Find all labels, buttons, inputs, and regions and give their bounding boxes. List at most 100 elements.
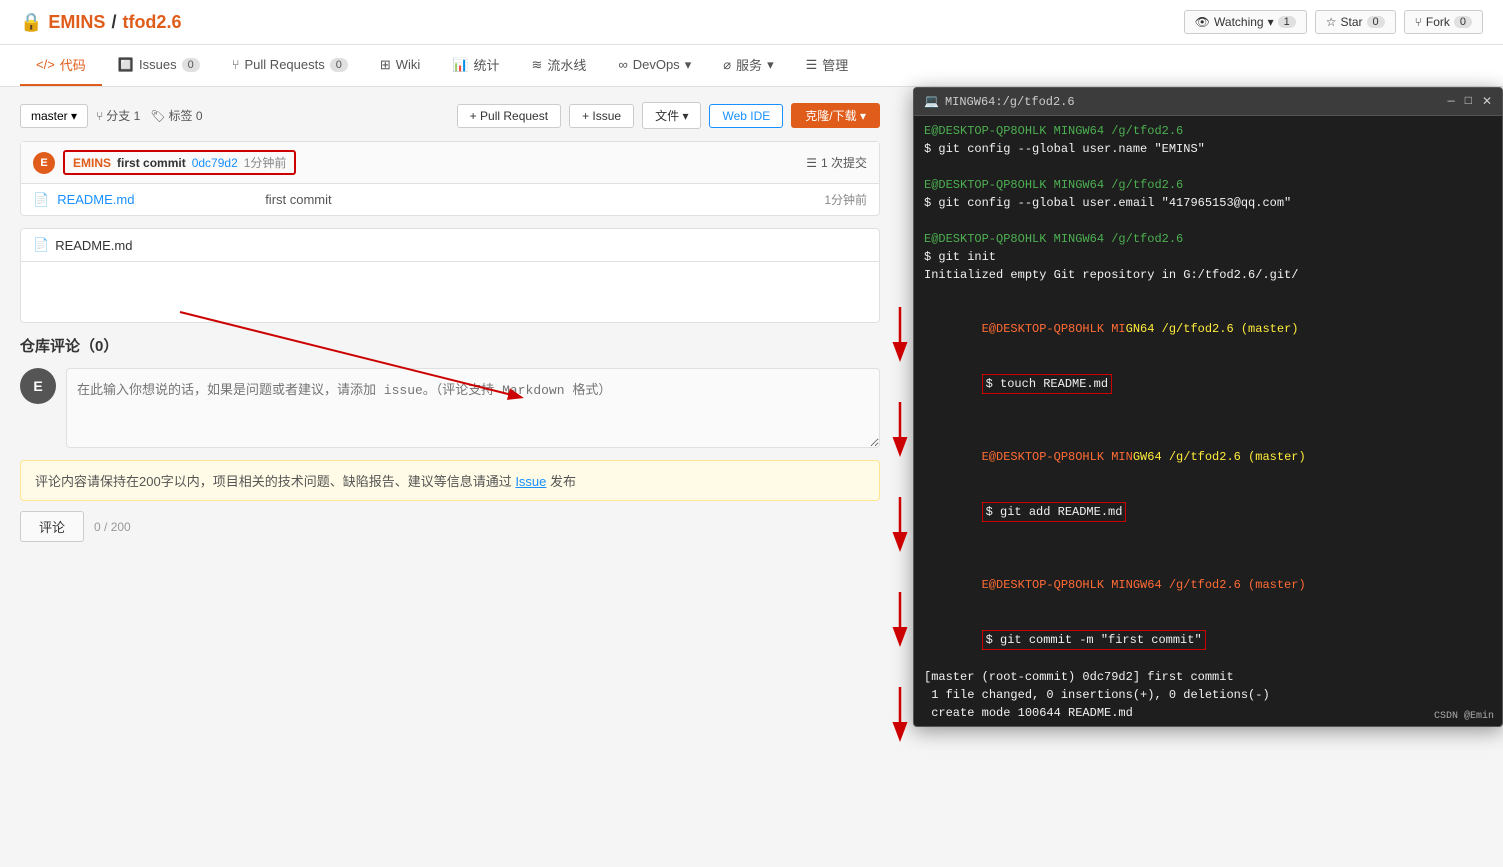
- term-line: E@DESKTOP-QP8OHLK MIGN64 /g/tfod2.6 (mas…: [924, 302, 1492, 356]
- titlebar-controls: — □ ✕: [1448, 94, 1492, 109]
- repo-name[interactable]: tfod2.6: [122, 12, 181, 33]
- comment-submit-button[interactable]: 评论: [20, 511, 84, 542]
- tag-icon: 🏷: [150, 109, 165, 123]
- term-line: Initialized empty Git repository in G:/t…: [924, 266, 1492, 284]
- issue-button[interactable]: + Issue: [569, 104, 634, 128]
- notice-text-1: 评论内容请保持在200字以内，项目相关的技术问题、缺陷报告、建议等信息请通过: [35, 474, 515, 489]
- close-button[interactable]: ✕: [1482, 94, 1492, 109]
- manage-icon: ☰: [806, 57, 818, 73]
- branch-count-label: 分支 1: [106, 107, 140, 124]
- tab-issues[interactable]: 🔲 Issues 0: [102, 45, 216, 86]
- tab-pipeline-label: 流水线: [547, 55, 586, 74]
- repo-org[interactable]: EMINS: [48, 12, 105, 33]
- repo-title: 🔒 EMINS / tfod2.6: [20, 12, 181, 33]
- devops-icon: ∞: [618, 57, 627, 72]
- term-line: E@DESKTOP-QP8OHLK MINGW64 /g/tfod2.6 (ma…: [924, 558, 1492, 612]
- branch-label: master: [31, 109, 68, 123]
- clone-download-button[interactable]: 克隆/下载 ▾: [791, 103, 880, 128]
- pr-icon: ⑂: [232, 57, 240, 72]
- term-line: $ git commit -m "first commit": [924, 612, 1492, 668]
- branch-icon: ⑂: [96, 109, 103, 123]
- tab-pullrequests[interactable]: ⑂ Pull Requests 0: [216, 45, 364, 86]
- services-icon: ⌀: [723, 57, 731, 73]
- readme-section: 📄 README.md: [20, 228, 880, 323]
- fork-button[interactable]: ⑂ Fork 0: [1404, 10, 1483, 34]
- file-name[interactable]: README.md: [57, 192, 257, 207]
- clone-label: 克隆/下载: [805, 109, 856, 123]
- commit-list-icon: ☰: [806, 156, 817, 170]
- term-line: E@DESKTOP-QP8OHLK MINGW64 /g/tfod2.6: [924, 230, 1492, 248]
- table-row: 📄 README.md first commit 1分钟前: [21, 184, 879, 215]
- code-icon: </>: [36, 57, 55, 72]
- comments-section: 仓库评论（0） E 评论内容请保持在200字以内，项目相关的技术问题、缺陷报告、…: [20, 335, 880, 542]
- watching-chevron-icon: ▾: [1268, 15, 1274, 29]
- term-line: $ touch README.md: [924, 356, 1492, 412]
- term-line: $ git config --global user.name "EMINS": [924, 140, 1492, 158]
- tab-manage[interactable]: ☰ 管理: [790, 45, 865, 86]
- readme-title: README.md: [55, 238, 132, 253]
- term-blank: [924, 158, 1492, 176]
- tab-wiki-label: Wiki: [396, 57, 421, 72]
- repo-content: master ▾ ⑂ 分支 1 🏷 标签 0 + Pull Request + …: [0, 87, 900, 569]
- terminal-icon: 💻: [924, 94, 939, 109]
- tab-wiki[interactable]: ⊞ Wiki: [364, 45, 436, 86]
- file-commit-msg: first commit: [265, 192, 779, 207]
- services-chevron-icon: ▾: [767, 57, 774, 73]
- wiki-icon: ⊞: [380, 57, 391, 73]
- tab-manage-label: 管理: [822, 55, 848, 74]
- tab-services-label: 服务: [736, 55, 762, 74]
- branch-select[interactable]: master ▾: [20, 104, 88, 128]
- eye-icon: 👁: [1195, 15, 1210, 29]
- readme-body: [21, 262, 879, 322]
- term-line: E@DESKTOP-QP8OHLK MINGW64 /g/tfod2.6: [924, 176, 1492, 194]
- pr-badge: 0: [330, 58, 348, 72]
- web-ide-button[interactable]: Web IDE: [709, 104, 783, 128]
- tab-stats-label: 统计: [474, 55, 500, 74]
- fork-count: 0: [1454, 16, 1472, 28]
- commit-info-box: EMINS first commit 0dc79d2 1分钟前: [63, 150, 296, 175]
- pipeline-icon: ≋: [532, 57, 543, 73]
- comment-textarea[interactable]: [66, 368, 880, 448]
- repo-separator: /: [111, 12, 116, 33]
- comment-input-row: E: [20, 368, 880, 448]
- maximize-button[interactable]: □: [1465, 94, 1472, 109]
- main-container: master ▾ ⑂ 分支 1 🏷 标签 0 + Pull Request + …: [0, 87, 1503, 569]
- watching-label: Watching: [1214, 15, 1264, 29]
- watching-button[interactable]: 👁 Watching ▾ 1: [1184, 10, 1307, 34]
- terminal-window: 💻 MINGW64:/g/tfod2.6 — □ ✕ E@DESKTOP-QP8…: [913, 87, 1503, 727]
- term-blank: [924, 284, 1492, 302]
- star-button[interactable]: ☆ Star 0: [1315, 10, 1396, 34]
- terminal-titlebar: 💻 MINGW64:/g/tfod2.6 — □ ✕: [914, 88, 1502, 116]
- issues-icon: 🔲: [118, 57, 134, 73]
- tab-code[interactable]: </> 代码: [20, 45, 102, 86]
- tab-devops-label: DevOps: [633, 57, 680, 72]
- tab-services[interactable]: ⌀ 服务 ▾: [707, 45, 789, 86]
- readme-header: 📄 README.md: [21, 229, 879, 262]
- commit-message: first commit: [117, 156, 186, 170]
- tab-pipeline[interactable]: ≋ 流水线: [516, 45, 603, 86]
- commit-user[interactable]: EMINS: [73, 156, 111, 170]
- issue-link[interactable]: Issue: [515, 474, 546, 489]
- branch-count-info: ⑂ 分支 1: [96, 107, 140, 124]
- tab-pr-label: Pull Requests: [245, 57, 325, 72]
- readme-file-icon: 📄: [33, 237, 49, 253]
- file-button[interactable]: 文件 ▾: [642, 102, 701, 129]
- commit-bar: E EMINS first commit 0dc79d2 1分钟前 ☰ 1 次提…: [21, 142, 879, 184]
- term-blank: [924, 412, 1492, 430]
- term-blank: [924, 212, 1492, 230]
- tab-stats[interactable]: 📊 统计: [436, 45, 515, 86]
- pull-request-button[interactable]: + Pull Request: [457, 104, 561, 128]
- clone-chevron-icon: ▾: [860, 109, 866, 123]
- terminal-title: MINGW64:/g/tfod2.6: [945, 95, 1075, 109]
- term-line: $ git init: [924, 248, 1492, 266]
- minimize-button[interactable]: —: [1448, 94, 1455, 109]
- submit-row: 评论 0 / 200: [20, 511, 880, 542]
- nav-tabs: </> 代码 🔲 Issues 0 ⑂ Pull Requests 0 ⊞ Wi…: [0, 45, 1503, 87]
- watching-count: 1: [1278, 16, 1296, 28]
- toolbar-right: + Pull Request + Issue 文件 ▾ Web IDE 克隆/下…: [457, 102, 880, 129]
- stats-icon: 📊: [452, 57, 468, 73]
- tab-devops[interactable]: ∞ DevOps ▾: [602, 45, 707, 86]
- watermark: CSDN @Emin: [1434, 711, 1494, 722]
- lock-icon: 🔒: [20, 12, 42, 33]
- commit-hash[interactable]: 0dc79d2: [192, 156, 238, 170]
